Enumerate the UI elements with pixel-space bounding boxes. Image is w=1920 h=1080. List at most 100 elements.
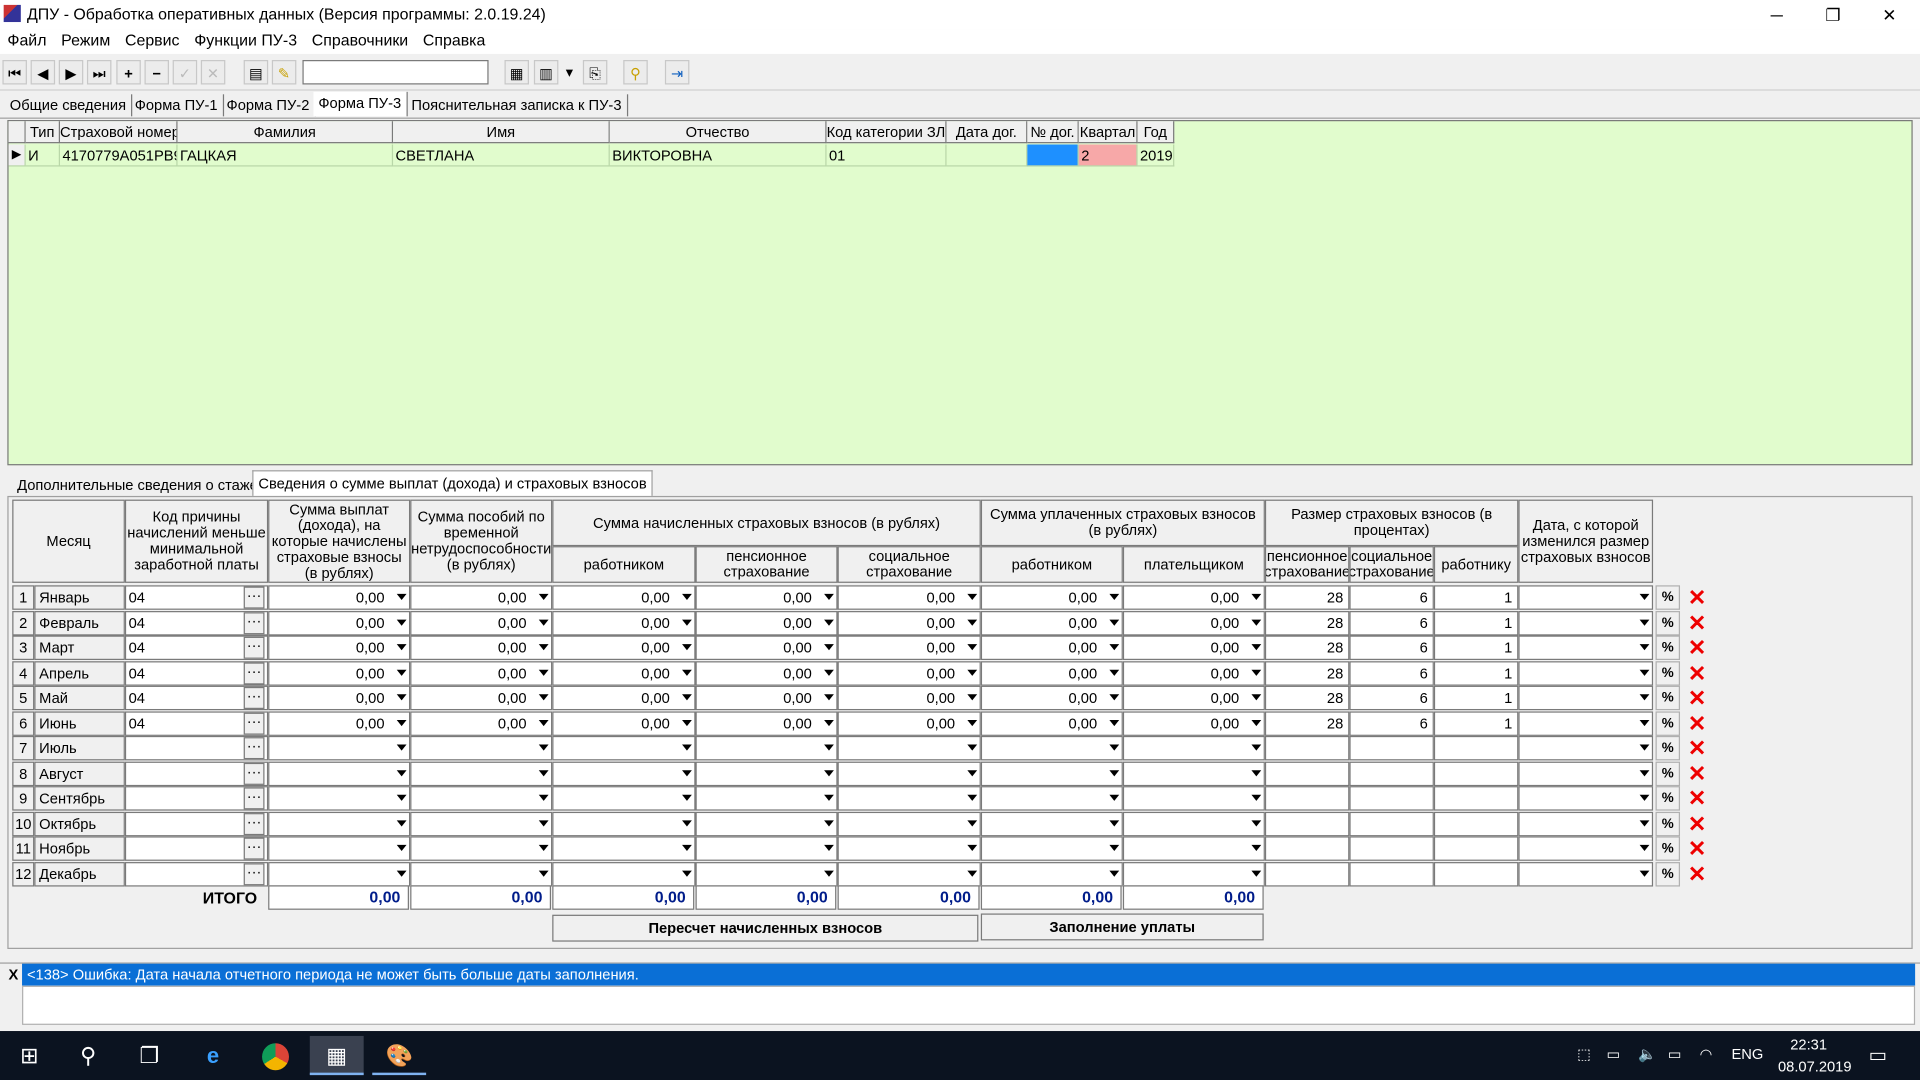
grid-header-insurance-number[interactable]: Страховой номер: [60, 121, 178, 144]
exit-icon[interactable]: ⇥: [664, 60, 690, 85]
benefits-field[interactable]: 0,00: [410, 660, 553, 686]
rate-worker-field[interactable]: 1: [1433, 610, 1519, 635]
chevron-down-icon[interactable]: [824, 694, 834, 701]
chevron-down-icon[interactable]: [396, 744, 407, 751]
accrued-pension-field[interactable]: 0,00: [695, 685, 838, 711]
chevron-down-icon[interactable]: [1251, 719, 1262, 726]
chevron-down-icon[interactable]: [538, 819, 549, 826]
rate-social-field[interactable]: [1349, 761, 1434, 786]
chevron-down-icon[interactable]: [1251, 694, 1262, 701]
chevron-down-icon[interactable]: [538, 844, 549, 852]
grid-cell-year[interactable]: 2019: [1137, 144, 1175, 167]
chevron-down-icon[interactable]: [682, 769, 692, 776]
notifications-icon[interactable]: ▭: [1869, 1043, 1888, 1067]
paid-worker-field[interactable]: 0,00: [980, 710, 1123, 736]
percent-rate-icon[interactable]: %: [1655, 610, 1681, 635]
error-close-button[interactable]: X: [5, 964, 22, 986]
chevron-down-icon[interactable]: [396, 870, 407, 877]
chevron-down-icon[interactable]: [967, 744, 978, 751]
chevron-down-icon[interactable]: [1109, 669, 1120, 676]
rate-worker-field[interactable]: [1433, 735, 1519, 761]
accrued-pension-field[interactable]: 0,00: [695, 660, 838, 686]
chevron-down-icon[interactable]: [824, 844, 834, 852]
cancel-icon[interactable]: ✕: [200, 60, 226, 85]
accrued-social-field[interactable]: 0,00: [837, 635, 981, 661]
benefits-field[interactable]: [410, 761, 553, 786]
chrome-icon[interactable]: [249, 1036, 303, 1075]
payments-field[interactable]: [268, 861, 411, 886]
paid-payer-field[interactable]: 0,00: [1122, 685, 1265, 711]
chevron-down-icon[interactable]: [1109, 769, 1120, 776]
rate-pension-field[interactable]: 28: [1264, 635, 1350, 661]
rate-worker-field[interactable]: 1: [1433, 710, 1519, 736]
rate-change-date-field[interactable]: [1518, 685, 1654, 711]
menu-references[interactable]: Справочники: [304, 29, 415, 51]
payments-field[interactable]: [268, 811, 411, 836]
chevron-down-icon[interactable]: [967, 694, 978, 701]
rate-pension-field[interactable]: [1264, 786, 1350, 811]
rate-change-date-field[interactable]: [1518, 710, 1654, 736]
accrued-pension-field[interactable]: 0,00: [695, 610, 838, 635]
next-record-icon[interactable]: ▶: [58, 60, 84, 85]
chevron-down-icon[interactable]: [824, 719, 834, 726]
paid-worker-field[interactable]: 0,00: [980, 660, 1123, 686]
chevron-down-icon[interactable]: [396, 794, 407, 801]
delete-row-icon[interactable]: ✕: [1685, 661, 1709, 685]
payments-field[interactable]: 0,00: [268, 585, 411, 610]
delete-row-icon[interactable]: ✕: [1685, 811, 1709, 835]
delete-row-icon[interactable]: ✕: [1685, 836, 1709, 860]
paid-worker-field[interactable]: [980, 861, 1123, 886]
delete-row-icon[interactable]: ✕: [1685, 736, 1709, 760]
tab-form-pu3[interactable]: Форма ПУ-3: [313, 91, 408, 117]
chevron-down-icon[interactable]: [396, 719, 407, 726]
grid-cell-contract-date[interactable]: [946, 144, 1028, 167]
confirm-icon[interactable]: ✓: [172, 60, 198, 85]
paid-payer-field[interactable]: [1122, 761, 1265, 786]
rate-social-field[interactable]: [1349, 786, 1434, 811]
chevron-down-icon[interactable]: [396, 644, 407, 651]
chevron-down-icon[interactable]: [1639, 769, 1650, 776]
paid-payer-field[interactable]: [1122, 836, 1265, 861]
chevron-down-icon[interactable]: [967, 669, 978, 676]
payments-field[interactable]: 0,00: [268, 660, 411, 686]
chevron-down-icon[interactable]: [682, 794, 692, 801]
rate-change-date-field[interactable]: [1518, 786, 1654, 811]
chevron-down-icon[interactable]: [1109, 819, 1120, 826]
rate-social-field[interactable]: 6: [1349, 685, 1434, 711]
tab-payments-contributions[interactable]: Сведения о сумме выплат (дохода) и страх…: [252, 470, 653, 496]
benefits-field[interactable]: 0,00: [410, 610, 553, 635]
reason-code-lookup-button[interactable]: ···: [243, 661, 265, 684]
reason-code-lookup-button[interactable]: ···: [243, 862, 265, 885]
grid-cell-quarter[interactable]: 2: [1078, 144, 1138, 167]
accrued-worker-field[interactable]: 0,00: [552, 610, 696, 635]
reason-code-lookup-button[interactable]: ···: [243, 837, 265, 860]
paid-payer-field[interactable]: 0,00: [1122, 610, 1265, 635]
chevron-down-icon[interactable]: [967, 719, 978, 726]
tab-additional-experience[interactable]: Дополнительные сведения о стаже: [12, 473, 262, 497]
chevron-down-icon[interactable]: [538, 669, 549, 676]
benefits-field[interactable]: [410, 836, 553, 861]
reason-code-lookup-button[interactable]: ···: [243, 737, 265, 760]
recalc-accrued-button[interactable]: Пересчет начисленных взносов: [552, 914, 979, 942]
chevron-down-icon[interactable]: [538, 769, 549, 776]
chevron-down-icon[interactable]: [396, 618, 407, 626]
chevron-down-icon[interactable]: [538, 694, 549, 701]
rate-social-field[interactable]: 6: [1349, 660, 1434, 686]
tab-explanatory-note[interactable]: Пояснительная записка к ПУ-3: [407, 94, 628, 117]
accrued-worker-field[interactable]: [552, 861, 696, 886]
rate-pension-field[interactable]: 28: [1264, 610, 1350, 635]
chevron-down-icon[interactable]: [682, 644, 692, 651]
grid-header-category-code[interactable]: Код категории ЗЛ: [826, 121, 947, 144]
chevron-down-icon[interactable]: [682, 819, 692, 826]
chevron-down-icon[interactable]: [824, 870, 834, 877]
menu-service[interactable]: Сервис: [118, 29, 187, 51]
grid-cell-patronymic[interactable]: ВИКТОРОВНА: [609, 144, 827, 167]
rate-pension-field[interactable]: [1264, 735, 1350, 761]
report-dropdown-icon[interactable]: ▾: [560, 60, 580, 84]
benefits-field[interactable]: [410, 811, 553, 836]
rate-social-field[interactable]: 6: [1349, 635, 1434, 661]
accrued-worker-field[interactable]: [552, 836, 696, 861]
rate-change-date-field[interactable]: [1518, 811, 1654, 836]
reason-code-lookup-button[interactable]: ···: [243, 611, 265, 634]
percent-rate-icon[interactable]: %: [1655, 811, 1681, 836]
